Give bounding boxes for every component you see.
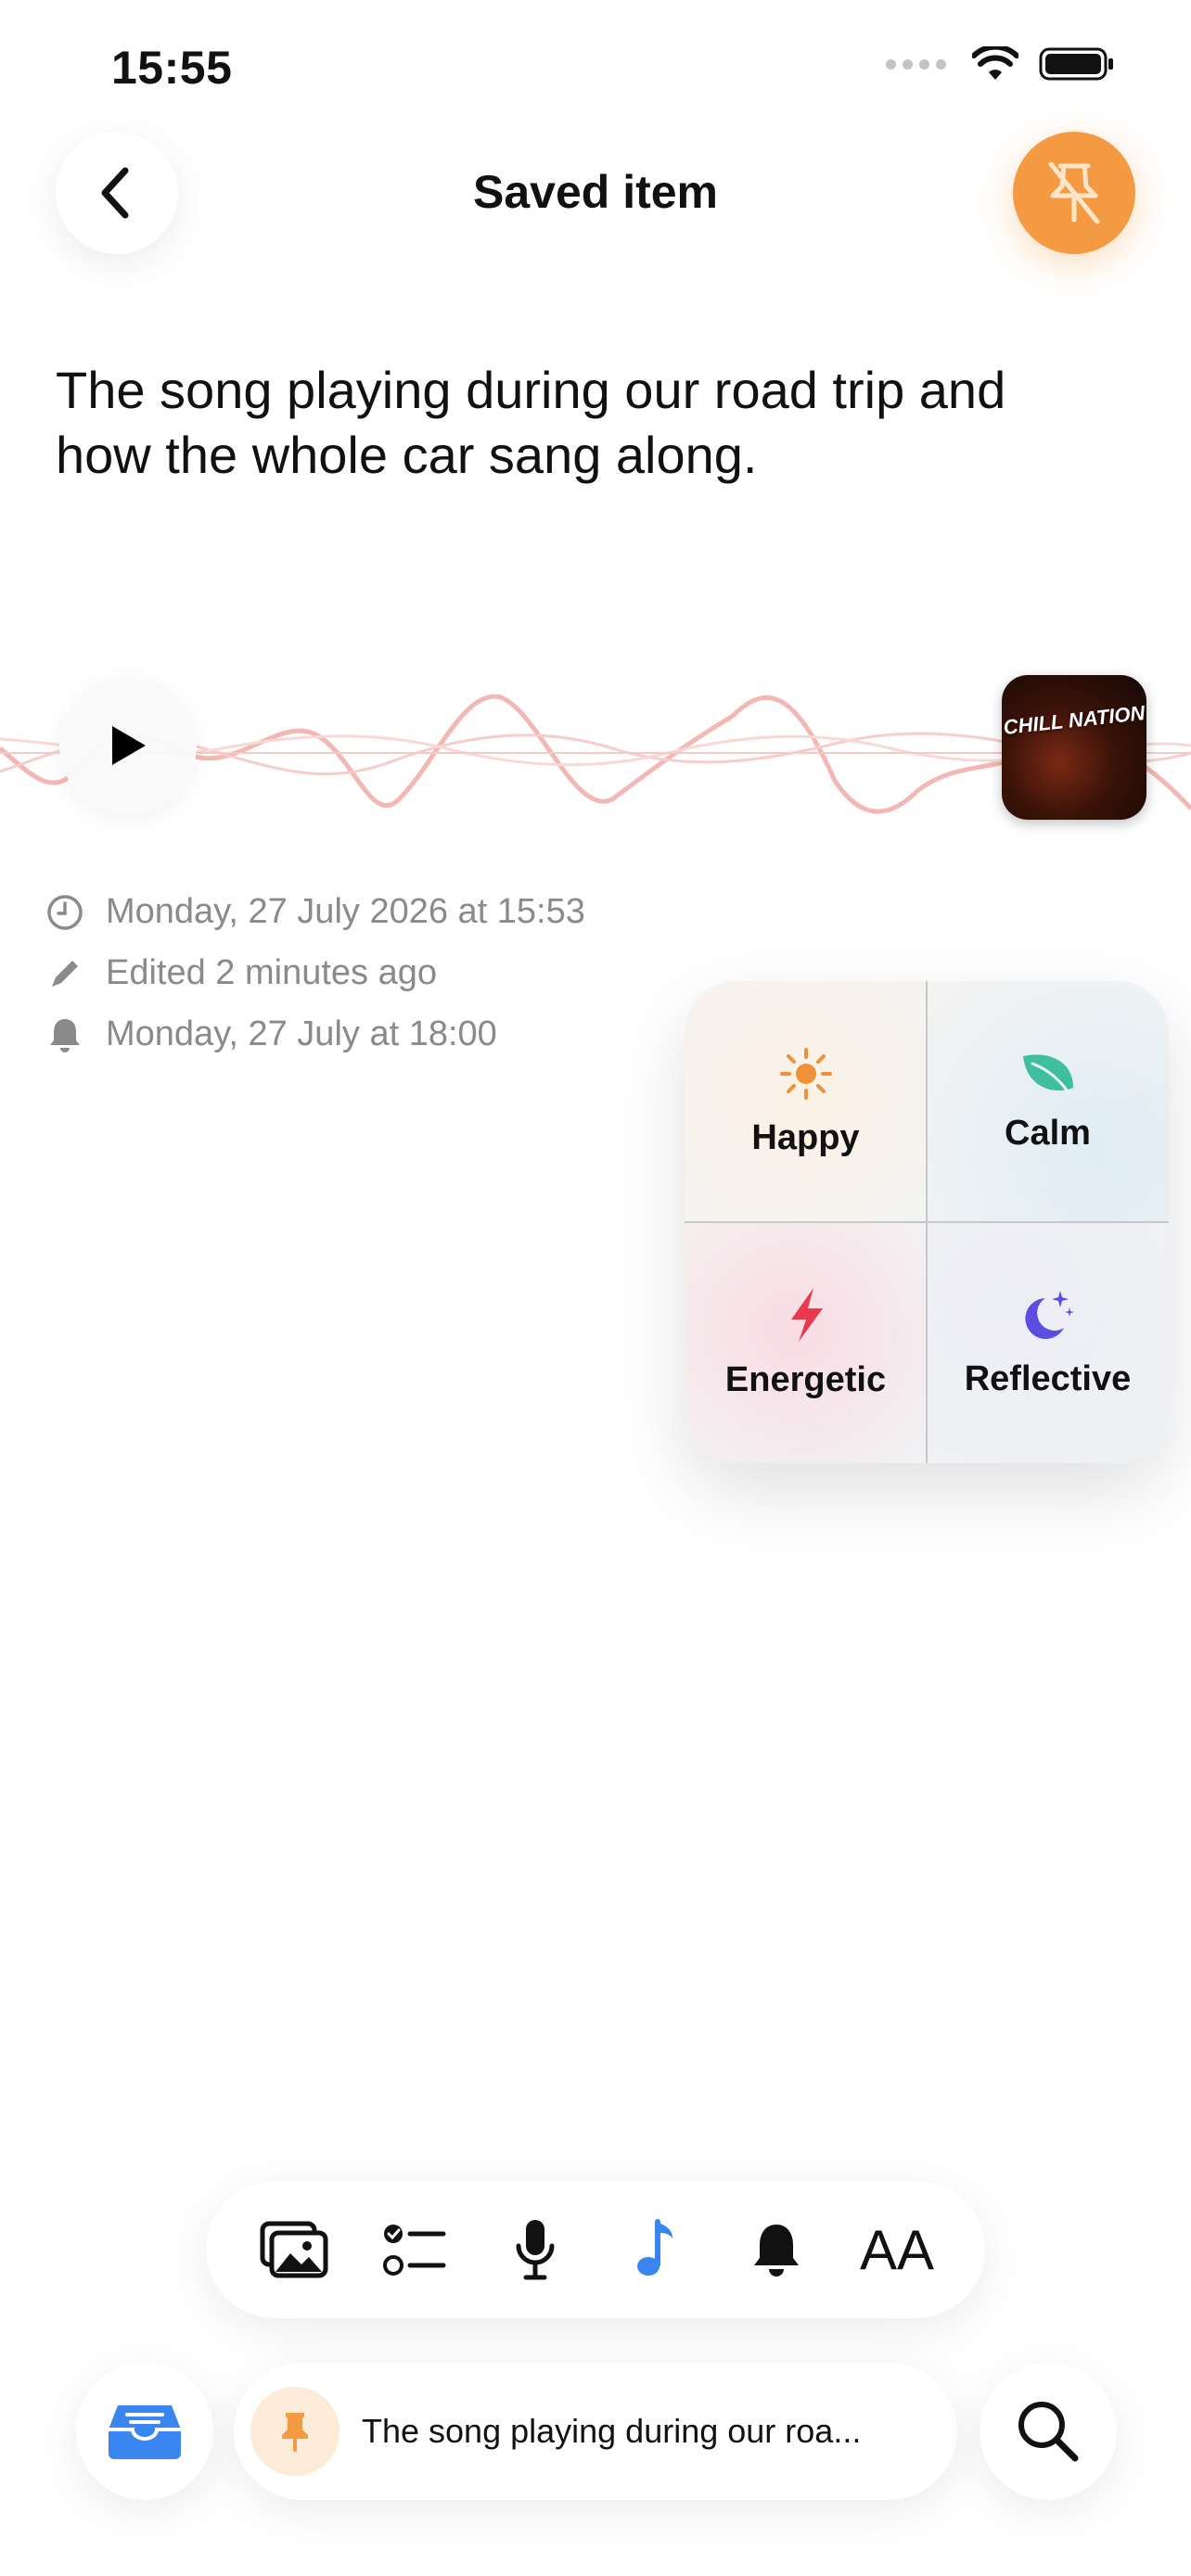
reminder-row[interactable]: Monday, 27 July at 18:00 — [46, 1014, 497, 1054]
mood-happy[interactable]: Happy — [685, 981, 927, 1222]
album-artwork[interactable]: CHILL NATION — [1002, 675, 1146, 820]
checklist-icon — [383, 2225, 446, 2276]
text-size-icon: AA — [859, 2218, 935, 2281]
mood-label-energetic: Energetic — [724, 1359, 887, 1399]
play-icon — [112, 726, 146, 765]
cellular-signal-icon — [886, 58, 946, 70]
mood-label-calm: Calm — [1005, 1113, 1091, 1153]
bolt-icon — [790, 1287, 823, 1342]
formatting-toolbar: AA — [206, 2181, 985, 2318]
leaf-icon — [1022, 1053, 1073, 1092]
reminder-time: Monday, 27 July at 18:00 — [106, 1014, 497, 1053]
play-button[interactable] — [59, 677, 197, 814]
created-date: Monday, 27 July 2026 at 15:53 — [106, 892, 585, 931]
mood-picker: Happy Calm Energetic Reflective — [685, 981, 1169, 1463]
mood-calm[interactable]: Calm — [927, 981, 1169, 1222]
edited-time: Edited 2 minutes ago — [106, 953, 438, 992]
mood-label-happy: Happy — [751, 1117, 860, 1157]
pin-icon — [282, 2413, 308, 2452]
created-date-row: Monday, 27 July 2026 at 15:53 — [46, 892, 585, 932]
photos-button[interactable] — [252, 2208, 336, 2291]
microphone-icon — [516, 2220, 555, 2280]
bell-icon — [754, 2225, 799, 2276]
status-time: 15:55 — [111, 42, 233, 94]
pencil-icon — [46, 955, 83, 992]
edited-row: Edited 2 minutes ago — [46, 953, 437, 993]
mood-reflective[interactable]: Reflective — [927, 1222, 1169, 1463]
text-size-button[interactable]: AA — [855, 2208, 939, 2291]
status-icons — [886, 46, 1115, 82]
mood-divider-horizontal — [685, 1221, 1169, 1223]
album-title: CHILL NATION — [1002, 701, 1146, 739]
battery-icon — [1039, 47, 1113, 81]
note-text[interactable]: The song playing during our road trip an… — [56, 358, 1095, 488]
pin-chip — [250, 2387, 339, 2476]
search-icon — [1018, 2402, 1079, 2462]
mood-label-reflective: Reflective — [964, 1358, 1132, 1398]
music-note-icon — [637, 2219, 672, 2276]
checklist-button[interactable] — [373, 2208, 456, 2291]
music-button[interactable] — [614, 2208, 698, 2291]
search-button[interactable] — [980, 2363, 1117, 2500]
unpin-button[interactable] — [1013, 132, 1135, 254]
moon-stars-icon — [1024, 1290, 1074, 1339]
microphone-button[interactable] — [493, 2208, 577, 2291]
inbox-button[interactable] — [76, 2363, 213, 2500]
reminder-button[interactable] — [735, 2208, 818, 2291]
mood-energetic[interactable]: Energetic — [685, 1222, 927, 1463]
photos-icon — [260, 2221, 328, 2278]
current-note-pill[interactable]: The song playing during our roa... — [234, 2363, 957, 2500]
inbox-tray-icon — [109, 2405, 181, 2459]
sun-icon — [779, 1047, 832, 1100]
wifi-icon — [972, 46, 1018, 80]
current-note-title: The song playing during our roa... — [362, 2412, 862, 2450]
clock-icon — [46, 894, 83, 931]
bell-icon — [46, 1016, 83, 1053]
pin-slash-icon — [1048, 161, 1100, 224]
